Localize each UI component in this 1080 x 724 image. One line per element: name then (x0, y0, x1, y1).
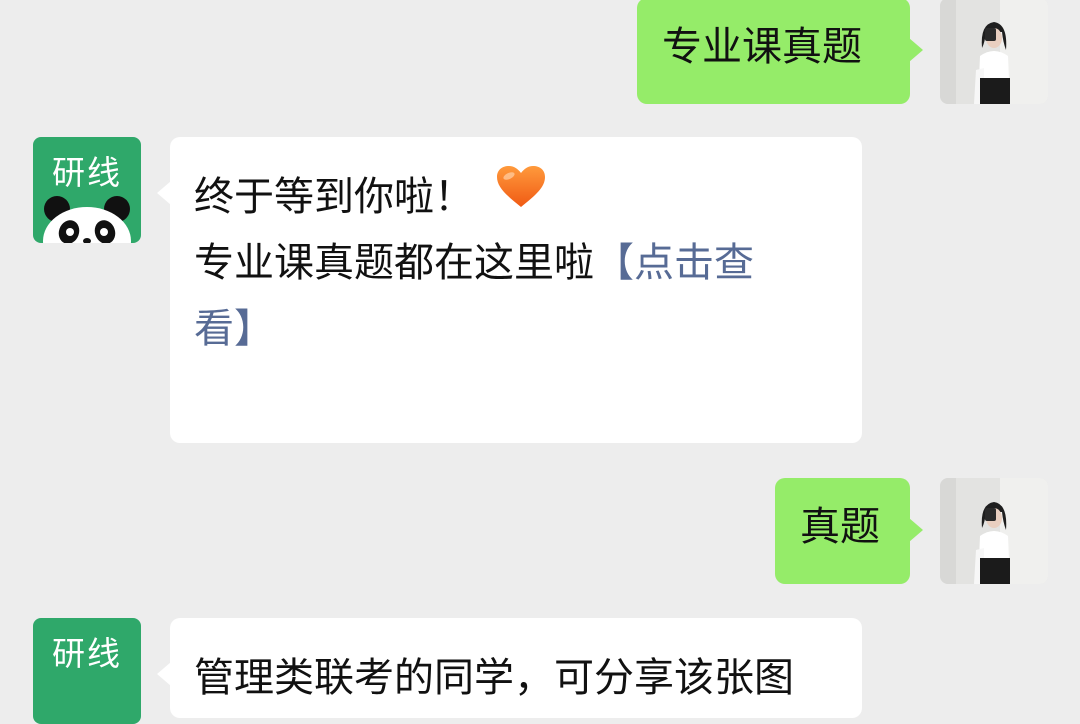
received-message-bubble[interactable]: 管理类联考的同学，可分享该张图 (157, 618, 862, 718)
user-photo-icon (940, 478, 1048, 584)
bot-avatar[interactable]: 研线 (33, 618, 141, 724)
view-link[interactable]: 【点击查 (594, 240, 754, 286)
message-text: 专业课真题 (662, 24, 862, 70)
user-avatar[interactable] (940, 478, 1048, 584)
received-message-bubble[interactable]: 终于等到你啦！ 专业课真题都在这里啦【点击查 看】 (157, 137, 862, 443)
message-text: 终于等到你啦！ (194, 174, 474, 220)
bot-avatar[interactable]: 研线 (33, 137, 141, 243)
sent-message-bubble[interactable]: 专业课真题 (637, 0, 923, 104)
user-photo-icon (940, 0, 1048, 104)
message-text: 真题 (800, 504, 880, 550)
message-text: 专业课真题都在这里啦 (194, 240, 594, 286)
view-link-continued[interactable]: 看】 (194, 306, 274, 352)
sent-message-bubble[interactable]: 真题 (775, 478, 923, 584)
user-avatar[interactable] (940, 0, 1048, 104)
bot-avatar-label: 研线 (52, 634, 122, 673)
panda-icon (43, 196, 131, 243)
message-text: 管理类联考的同学，可分享该张图 (194, 655, 794, 701)
orange-heart-icon (496, 165, 546, 226)
